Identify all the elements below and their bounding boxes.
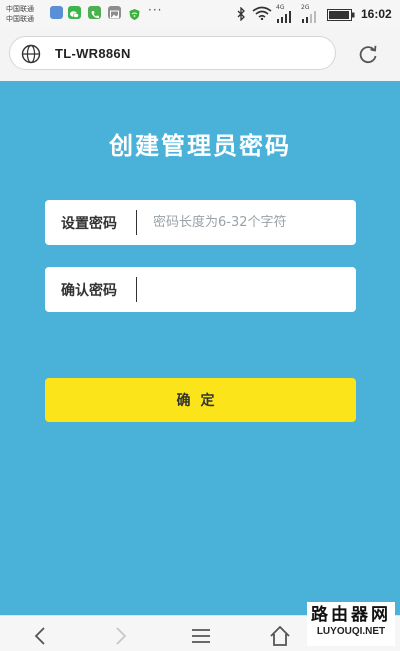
back-icon[interactable] [29, 624, 53, 648]
refresh-icon[interactable] [357, 43, 379, 65]
status-time: 16:02 [361, 7, 392, 21]
bluetooth-icon [237, 7, 245, 21]
phone-app-icon [88, 6, 101, 19]
confirm-password-field: 确认密码 [45, 267, 356, 312]
network-4g-label: 4G [276, 4, 285, 11]
confirm-password-input[interactable] [145, 267, 350, 312]
carrier-label-2: 中国联通 [6, 15, 34, 23]
status-bar: 中国联通 中国联通 ··· 4G 2G 16:02 [0, 0, 400, 28]
globe-icon [21, 44, 41, 64]
field-divider [136, 277, 137, 302]
field-divider [136, 210, 137, 235]
signal-strength-icon-2 [302, 11, 316, 23]
signal-strength-icon-1 [277, 11, 291, 23]
forward-icon[interactable] [108, 624, 132, 648]
address-bar[interactable]: TL-WR886N [9, 36, 336, 70]
set-password-label: 设置密码 [61, 216, 117, 232]
url-text: TL-WR886N [55, 46, 131, 61]
battery-icon [327, 9, 355, 21]
home-icon[interactable] [268, 624, 292, 648]
notification-app-icon [50, 6, 63, 19]
confirm-button[interactable]: 确定 [45, 378, 356, 422]
browser-toolbar: TL-WR886N [0, 28, 400, 81]
set-password-field: 设置密码 [45, 200, 356, 245]
confirm-password-label: 确认密码 [61, 283, 117, 299]
network-2g-label: 2G [301, 4, 310, 11]
wechat-icon [68, 6, 81, 19]
more-notifications-indicator: ··· [148, 3, 163, 17]
set-password-input[interactable] [145, 200, 350, 245]
gallery-app-icon [108, 6, 121, 19]
shield-wifi-icon [128, 6, 141, 20]
watermark-chinese: 路由器网 [311, 605, 391, 625]
page-content [0, 81, 400, 615]
site-watermark: 路由器网 LUYOUQI.NET [307, 602, 395, 646]
page-title: 创建管理员密码 [109, 131, 291, 160]
wifi-icon [252, 6, 272, 20]
watermark-english: LUYOUQI.NET [316, 626, 386, 637]
carrier-label-1: 中国联通 [6, 5, 34, 13]
menu-icon[interactable] [189, 624, 213, 648]
